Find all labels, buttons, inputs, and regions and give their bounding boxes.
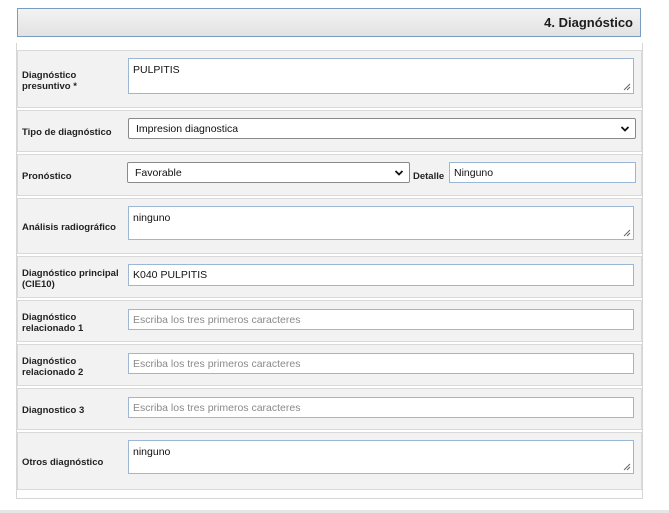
diagnostico-principal-input[interactable]: [128, 264, 634, 286]
row-tipo-diagnostico: Tipo de diagnóstico Impresion diagnostic…: [17, 110, 642, 152]
label-diagnostico-principal: Diagnóstico principal (CIE10): [22, 268, 119, 290]
diagnostico-relacionado-2-input[interactable]: [128, 353, 634, 374]
row-diagnostico-relacionado-2: Diagnóstico relacionado 2: [17, 344, 642, 386]
label-pronostico: Pronóstico: [22, 171, 72, 182]
row-diagnostico-presuntivo: Diagnóstico presuntivo * PULPITIS: [17, 50, 642, 108]
chevron-down-icon: [620, 125, 630, 132]
chevron-down-icon: [394, 169, 404, 176]
pronostico-selected: Favorable: [135, 166, 182, 179]
diagnostico-3-input[interactable]: [128, 397, 634, 418]
label-diagnostico-relacionado-1: Diagnóstico relacionado 1: [22, 312, 84, 334]
detalle-input[interactable]: [449, 162, 636, 183]
row-otros-diagnostico: Otros diagnóstico ninguno: [17, 432, 642, 490]
row-diagnostico-relacionado-1: Diagnóstico relacionado 1: [17, 300, 642, 342]
section-title: 4. Diagnóstico: [544, 15, 633, 30]
tipo-diagnostico-selected: Impresion diagnostica: [136, 122, 239, 135]
diagnostico-relacionado-1-input[interactable]: [128, 309, 634, 330]
label-diagnostico-relacionado-2: Diagnóstico relacionado 2: [22, 356, 84, 378]
otros-diagnostico-textarea[interactable]: ninguno: [128, 440, 634, 474]
label-analisis-radiografico: Análisis radiográfico: [22, 222, 116, 233]
row-analisis-radiografico: Análisis radiográfico ninguno: [17, 198, 642, 254]
row-diagnostico-principal: Diagnóstico principal (CIE10): [17, 256, 642, 298]
label-detalle: Detalle: [413, 171, 445, 182]
section-header: 4. Diagnóstico: [17, 8, 641, 37]
diagnostico-presuntivo-textarea[interactable]: PULPITIS: [128, 58, 634, 94]
label-diagnostico-presuntivo: Diagnóstico presuntivo *: [22, 70, 77, 92]
tipo-diagnostico-select[interactable]: Impresion diagnostica: [128, 118, 636, 139]
row-diagnostico-3: Diagnostico 3: [17, 388, 642, 430]
analisis-radiografico-textarea[interactable]: ninguno: [128, 206, 634, 240]
row-pronostico: Pronóstico Favorable Detalle: [17, 154, 642, 196]
label-tipo-diagnostico: Tipo de diagnóstico: [22, 127, 112, 138]
label-diagnostico-3: Diagnostico 3: [22, 405, 85, 416]
pronostico-select[interactable]: Favorable: [127, 162, 410, 183]
label-otros-diagnostico: Otros diagnóstico: [22, 457, 104, 468]
